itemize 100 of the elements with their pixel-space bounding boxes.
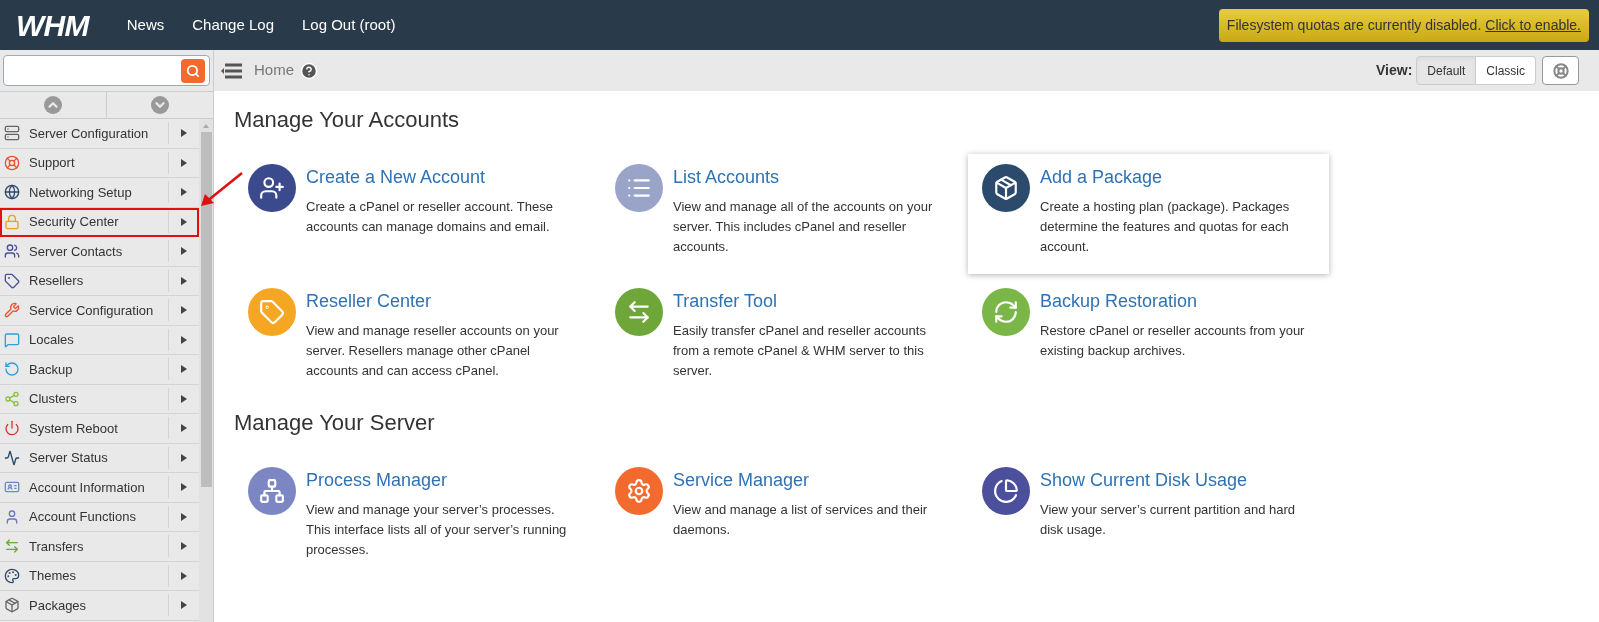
menu-item-label: Account Information	[29, 478, 146, 497]
feature-icon	[248, 288, 296, 336]
menu-item-icon	[4, 508, 20, 525]
feature-card[interactable]: List Accounts View and manage all of the accounts on your server. This includes cPanel and reseller accounts.	[601, 154, 968, 274]
enable-link[interactable]: Click to enable.	[1485, 14, 1581, 36]
expand-triangle-icon	[181, 129, 187, 138]
feature-title[interactable]: Backup Restoration	[1040, 288, 1313, 315]
expand-triangle-icon	[181, 247, 187, 256]
menu-item-icon	[4, 302, 20, 319]
menu-item-icon	[4, 243, 20, 260]
feature-title[interactable]: List Accounts	[673, 164, 946, 191]
menu-item-icon	[4, 390, 20, 407]
feature-description: View your server’s current partition and hard disk usage.	[1040, 501, 1297, 539]
sidebar-item[interactable]: Clusters	[0, 384, 199, 414]
scrollbar[interactable]	[199, 119, 213, 622]
menu-item-label: Server Status	[29, 449, 109, 467]
view-tab[interactable]: Default	[1416, 56, 1477, 85]
search-field[interactable]	[3, 55, 210, 86]
feature-title[interactable]: Service Manager	[673, 467, 946, 494]
expand-triangle-icon	[181, 335, 187, 344]
feature-card[interactable]: Create a New Account Create a cPanel or reseller account. These accounts can manage domains and email.	[234, 154, 601, 274]
feature-card[interactable]: Transfer Tool Easily transfer cPanel and reseller accounts from a remote cPanel & WHM server to this server.	[601, 278, 968, 398]
feature-card[interactable]: Show Current Disk Usage View your server’s current partition and hard disk usage.	[968, 457, 1335, 577]
expand-triangle-icon	[181, 158, 187, 167]
feature-description: Create a cPanel or reseller account. These accounts can manage domains and email.	[306, 198, 554, 236]
feature-card[interactable]: Add a Package Create a hosting plan (package). Packages determine the features and quotas for each account.	[968, 154, 1329, 274]
sidebar-item[interactable]: Server Contacts	[0, 237, 199, 267]
feature-card[interactable]: Service Manager View and manage a list of services and their daemons.	[601, 457, 968, 577]
expand-triangle-icon	[181, 394, 187, 403]
sidebar-item[interactable]: Support	[0, 148, 199, 178]
sidebar-item[interactable]: Packages	[0, 591, 199, 621]
menu-item-label: Packages	[29, 596, 88, 615]
help-icon[interactable]	[300, 61, 318, 80]
menu-item-icon	[4, 538, 20, 555]
menu-toggle-icon[interactable]	[220, 61, 242, 80]
menu-item-label: Server Configuration	[29, 124, 150, 143]
sidebar-item[interactable]: System Reboot	[0, 414, 199, 444]
section-heading: Manage Your Server	[234, 409, 436, 437]
logo[interactable]: WHM	[16, 2, 89, 48]
expand-triangle-icon	[181, 276, 187, 285]
feature-title[interactable]: Add a Package	[1040, 164, 1307, 191]
feature-card[interactable]: Process Manager View and manage your server’s processes. This interface lists all of your server’s running processes.	[234, 457, 601, 577]
feature-description: Restore cPanel or reseller accounts from your existing backup archives.	[1040, 322, 1306, 360]
sidebar-item[interactable]: Themes	[0, 561, 199, 591]
expand-triangle-icon	[181, 365, 187, 374]
menu-item-label: Backup	[29, 360, 74, 379]
section-heading: Manage Your Accounts	[234, 106, 461, 134]
expand-triangle-icon	[181, 424, 187, 433]
menu-item-icon	[4, 361, 20, 378]
menu-item-icon	[4, 184, 20, 201]
feature-icon	[248, 164, 296, 212]
menu-item-icon	[4, 154, 20, 171]
sidebar-item[interactable]: Resellers	[0, 266, 199, 296]
expand-triangle-icon	[181, 571, 187, 580]
menu-item-label: System Reboot	[29, 419, 119, 438]
feature-description: View and manage a list of services and their daemons.	[673, 501, 929, 539]
sidebar-item[interactable]: Networking Setup	[0, 178, 199, 208]
menu-item-icon	[4, 420, 20, 437]
sidebar-item[interactable]: Account Information	[0, 473, 199, 503]
feature-title[interactable]: Reseller Center	[306, 288, 579, 315]
scroll-thumb[interactable]	[200, 132, 212, 487]
feature-title[interactable]: Process Manager	[306, 467, 579, 494]
sidebar-item[interactable]: Server Status	[0, 443, 199, 473]
nav-link[interactable]: Log Out (root)	[302, 13, 396, 37]
view-tab[interactable]: Classic	[1476, 56, 1536, 85]
menu-item-icon	[4, 272, 20, 289]
support-button[interactable]	[1542, 56, 1579, 85]
feature-title[interactable]: Transfer Tool	[673, 288, 946, 315]
scroll-up-icon	[203, 124, 209, 128]
feature-title[interactable]: Show Current Disk Usage	[1040, 467, 1313, 494]
sidebar-item[interactable]: Transfers	[0, 532, 199, 562]
sidebar-item[interactable]: Backup	[0, 355, 199, 385]
expand-triangle-icon	[181, 601, 187, 610]
sidebar-item[interactable]: Server Configuration	[0, 119, 199, 149]
sidebar-item[interactable]: Service Configuration	[0, 296, 199, 326]
feature-title[interactable]: Create a New Account	[306, 164, 579, 191]
menu-item-icon	[4, 567, 20, 584]
search-icon	[186, 63, 200, 78]
nav-link[interactable]: News	[126, 13, 165, 37]
menu-item-icon	[4, 597, 20, 614]
menu-item-icon	[4, 331, 20, 348]
breadcrumb[interactable]: Home	[254, 59, 294, 82]
menu-item-icon	[4, 449, 20, 466]
search-button[interactable]	[181, 58, 205, 83]
nav-link[interactable]: Change Log	[192, 13, 274, 37]
feature-description: Easily transfer cPanel and reseller accounts from a remote cPanel & WHM server to this server.	[673, 322, 927, 380]
feature-icon	[982, 467, 1030, 515]
menu-item-label: Locales	[29, 331, 75, 349]
feature-description: View and manage your server’s processes. This interface lists all of your server’s running processes.	[306, 501, 568, 559]
menu-item-label: Resellers	[29, 272, 85, 290]
menu-item-label: Networking Setup	[29, 183, 133, 202]
up-icon	[44, 96, 62, 114]
feature-card[interactable]: Backup Restoration Restore cPanel or reseller accounts from your existing backup archives.	[968, 278, 1335, 398]
feature-icon	[982, 164, 1030, 212]
sidebar-item[interactable]: Locales	[0, 325, 199, 355]
feature-card[interactable]: Reseller Center View and manage reseller accounts on your server. Resellers manage other cPanel accounts and can access cPanel.	[234, 278, 601, 398]
menu-item-label: Security Center	[29, 213, 120, 231]
sidebar-item[interactable]: Security Center	[0, 207, 199, 237]
menu-item-label: Account Functions	[29, 508, 137, 526]
sidebar-item[interactable]: Account Functions	[0, 502, 199, 532]
